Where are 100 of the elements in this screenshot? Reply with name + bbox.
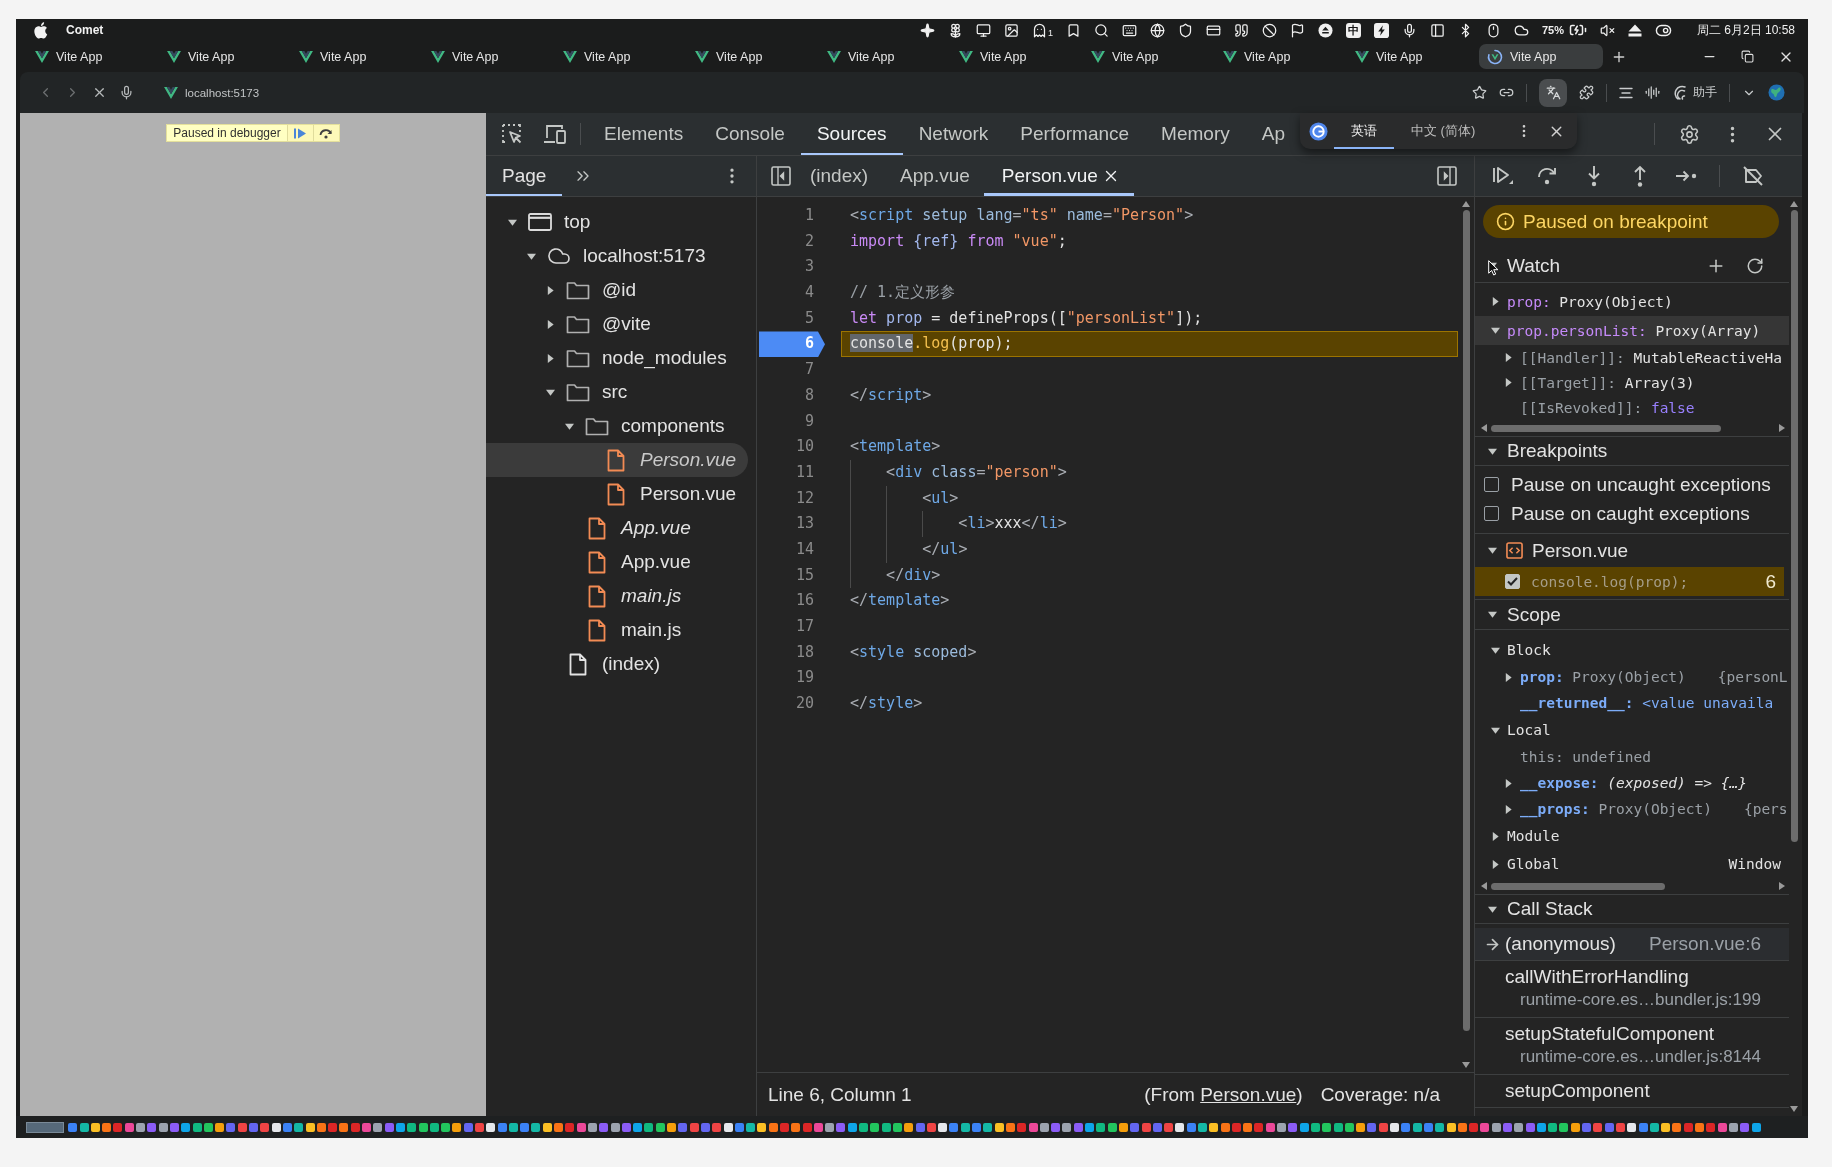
browser-tab[interactable]: Vite App [819,44,943,69]
line-number[interactable]: 19 [759,665,825,692]
panel-tab[interactable]: Sources [800,113,903,155]
tree-item[interactable]: Person.vue [486,443,748,477]
caret-right-icon[interactable] [1491,859,1500,869]
language-tab[interactable]: 英语 [1334,113,1394,149]
checkbox-label[interactable]: Pause on caught exceptions [1511,502,1750,525]
caret-left-icon[interactable] [1481,424,1487,432]
lines-icon[interactable] [1619,86,1633,99]
property-row[interactable]: prop.personList: Proxy(Array) [1475,316,1789,345]
mouse-icon[interactable] [1485,22,1501,38]
property-row[interactable]: [[Target]]: Array(3) [1475,370,1789,395]
call-frame[interactable]: callWithErrorHandling runtime-core.es…bundler.js:199 [1475,961,1789,1018]
browser-tab[interactable]: Vite App [1479,44,1603,69]
section-header[interactable]: Scope [1475,599,1789,630]
section-header[interactable]: Call Stack [1475,894,1789,924]
resume-button[interactable] [286,125,313,141]
caret-right-icon[interactable] [1504,778,1513,788]
property-row[interactable]: __props: Proxy(Object) {pers [1475,796,1789,822]
caret-down-icon[interactable] [507,217,517,227]
caret-right-icon[interactable] [1504,378,1513,387]
caret-up-icon[interactable] [1462,201,1470,207]
shield-icon[interactable] [1177,22,1193,38]
caret-right-icon[interactable] [1491,297,1500,306]
line-number[interactable]: 3 [759,254,825,281]
settings-icon[interactable] [1678,123,1700,145]
caret-right-icon[interactable] [1504,353,1513,362]
property-row[interactable]: prop: Proxy(Object) {personL [1475,664,1789,690]
caret-down-icon[interactable] [1462,1062,1470,1068]
line-number[interactable]: 20 [759,691,825,717]
line-number[interactable]: 11 [759,459,825,486]
panel-tab[interactable]: Console [699,113,801,155]
property-row[interactable]: prop: Proxy(Object) [1475,287,1789,316]
line-number[interactable]: 18 [759,639,825,666]
checkbox[interactable] [1505,574,1520,589]
browser-tab[interactable]: Vite App [291,44,415,69]
caret-right-icon[interactable] [1504,804,1513,814]
line-number[interactable]: 4 [759,280,825,306]
scope-group[interactable]: Global Window [1475,850,1789,878]
line-number[interactable]: 12 [759,485,825,512]
caret-right-icon[interactable] [545,319,555,329]
caret-left-icon[interactable] [1481,882,1487,890]
keyboard-icon[interactable] [1121,22,1137,38]
cursor-select-icon[interactable] [500,122,524,146]
tree-item[interactable]: Person.vue [486,477,748,511]
tree-item[interactable]: App.vue [486,545,748,579]
scope-group[interactable]: Block [1475,636,1789,664]
tree-item[interactable]: node_modules [486,341,748,375]
devices-icon[interactable] [543,123,567,145]
bookmark-icon[interactable] [1065,22,1081,38]
property-row[interactable]: __returned__: <value unavaila [1475,690,1789,716]
search-icon[interactable] [1093,22,1109,38]
line-number[interactable]: 5 [759,305,825,332]
caret-right-icon[interactable] [1779,424,1785,432]
ban-icon[interactable] [1261,22,1277,38]
caret-right-icon[interactable] [545,353,555,363]
image-icon[interactable] [1003,22,1019,38]
tree-item[interactable]: components [486,409,748,443]
apple-logo-icon[interactable] [34,21,48,39]
browser-tab[interactable]: Vite App [1215,44,1339,69]
eject-icon[interactable] [1627,23,1642,37]
property-row[interactable]: [[IsRevoked]]: false [1475,395,1789,420]
caret-right-icon[interactable] [545,285,555,295]
assistant-button[interactable]: 助手 [1672,84,1717,101]
caret-right-icon[interactable] [1491,831,1500,841]
call-frame[interactable]: setupComponent [1475,1075,1789,1108]
caret-down-icon[interactable] [1790,1106,1798,1112]
caret-down-icon[interactable] [545,387,555,397]
line-number[interactable]: 7 [759,357,825,383]
browser-tab[interactable]: Vite App [27,44,151,69]
checkbox[interactable] [1484,477,1499,492]
refresh-icon[interactable] [1746,256,1764,275]
caret-down-icon[interactable] [1488,546,1497,555]
line-number[interactable]: 16 [759,588,825,614]
scope-group[interactable]: Local [1475,716,1789,744]
browser-tab[interactable]: Vite App [555,44,679,69]
flag-icon[interactable] [1289,22,1305,38]
panel-tab[interactable]: Network [902,113,1005,155]
panel-tab[interactable]: Ap [1245,113,1301,155]
line-number[interactable]: 1 [759,203,825,229]
line-number[interactable]: 10 [759,434,825,460]
translate-button[interactable] [1539,78,1567,107]
clock[interactable]: 周二 6月2日 10:58 [1696,21,1795,39]
line-number[interactable]: 9 [759,408,825,435]
line-number[interactable]: 14 [759,536,825,563]
audio-lines-icon[interactable] [1645,85,1660,100]
caret-right-icon[interactable] [1504,672,1513,682]
caret-down-icon[interactable] [526,251,536,261]
caret-down-icon[interactable] [564,421,574,431]
tree-item[interactable]: localhost:5173 [486,239,748,273]
monitor-icon[interactable] [975,22,991,38]
panel-tab[interactable]: Memory [1145,113,1246,155]
line-number[interactable]: 15 [759,562,825,589]
card-icon[interactable] [1205,22,1221,38]
line-number[interactable]: 13 [759,511,825,537]
line-number[interactable]: 17 [759,614,825,640]
caret-down-icon[interactable] [1491,725,1500,735]
property-row[interactable]: [[Handler]]: MutableReactiveHa [1475,345,1789,370]
window-thumbnail[interactable] [26,1121,64,1133]
language-tab[interactable]: 中文 (简体) [1394,113,1493,149]
